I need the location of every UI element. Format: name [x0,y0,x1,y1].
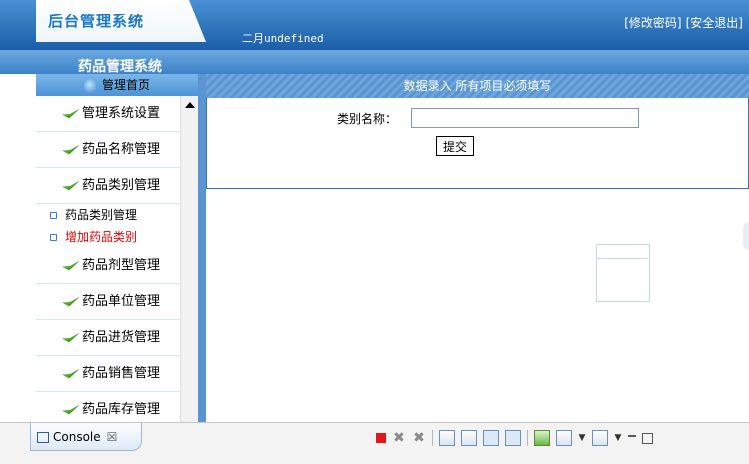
title-strip: 药品管理系统 [0,50,749,74]
clear-console-icon[interactable] [439,430,455,446]
chevron-down-icon[interactable]: ▼ [578,431,586,445]
logout-link[interactable]: [安全退出] [686,16,743,30]
remove-all-icon[interactable]: ✖ [412,431,426,445]
show-stdout-icon[interactable] [483,430,499,446]
sidebar-item-sales[interactable]: 药品销售管理 [36,356,198,392]
bullet-icon [50,212,57,219]
separator [432,430,433,446]
panel-title: 数据录入 所有项目必须填写 [206,74,749,98]
minimize-icon[interactable] [628,435,636,437]
form-panel: 类别名称： 提交 [206,98,749,189]
scroll-handle [743,222,749,250]
maximize-icon[interactable] [642,432,653,444]
empty-box [596,244,650,302]
sidebar-item-label: 药品销售管理 [82,366,161,381]
category-name-label: 类别名称： [337,112,398,126]
console-tab-label: Console [53,430,101,444]
main-content: 数据录入 所有项目必须填写 类别名称： 提交 [206,74,749,422]
subitem-label: 药品类别管理 [65,208,138,222]
bullet-icon [50,234,57,241]
top-header: 后台管理系统 二月undefined [修改密码] [安全退出] [0,0,749,50]
sidebar-item-label: 管理系统设置 [82,106,161,121]
app-logo: 后台管理系统 [48,14,145,28]
show-stderr-icon[interactable] [505,430,521,446]
open-console-icon[interactable] [592,430,608,446]
separator [527,430,528,446]
leaf-icon [62,108,80,119]
sidebar-item-dosage-forms[interactable]: 药品剂型管理 [36,248,198,284]
scroll-lock-icon[interactable] [461,430,477,446]
subitem-add-category[interactable]: 增加药品类别 [36,226,198,248]
sidebar-scrollbar[interactable] [180,96,199,422]
display-console-icon[interactable] [556,430,572,446]
leaf-icon [62,404,80,415]
sidebar-home[interactable]: 管理首页 [36,74,198,96]
remove-launch-icon[interactable]: ✖ [392,431,406,445]
chevron-down-icon[interactable]: ▼ [614,431,622,445]
sidebar-item-label: 药品库存管理 [82,402,161,417]
date-display: 二月undefined [242,32,324,45]
submit-button[interactable]: 提交 [436,136,475,156]
leaf-icon [62,144,80,155]
sidebar-home-label: 管理首页 [101,78,150,92]
sidebar-item-label: 药品名称管理 [82,142,161,157]
sidebar-item-label: 药品剂型管理 [82,258,161,273]
top-links: [修改密码] [安全退出] [620,16,743,30]
sidebar-item-label: 药品单位管理 [82,294,161,309]
home-icon [83,78,98,93]
sidebar: 管理首页 管理系统设置 药品名称管理 药品类别管理 药品类别管理 增加药品类别 … [36,74,198,422]
sidebar-item-drug-categories[interactable]: 药品类别管理 [36,168,198,204]
sidebar-item-system-settings[interactable]: 管理系统设置 [36,96,198,132]
sidebar-item-purchases[interactable]: 药品进货管理 [36,320,198,356]
console-toolbar: ✖ ✖ ▼ ▼ [376,429,653,447]
pin-console-icon[interactable] [534,430,550,446]
console-tab[interactable]: Console ☒ [30,423,142,451]
frame-divider[interactable] [198,74,206,422]
divider [596,258,648,259]
subitem-label: 增加药品类别 [65,230,138,244]
sidebar-item-units[interactable]: 药品单位管理 [36,284,198,320]
sidebar-item-label: 药品类别管理 [82,178,161,193]
sidebar-item-drug-names[interactable]: 药品名称管理 [36,132,198,168]
terminate-icon[interactable] [376,433,386,443]
subitem-category-manage[interactable]: 药品类别管理 [36,204,198,226]
scroll-up-arrow-icon[interactable] [185,102,195,108]
console-icon [37,432,49,443]
leaf-icon [62,296,80,307]
system-title: 药品管理系统 [78,59,162,74]
leaf-icon [62,180,80,191]
sidebar-item-label: 药品进货管理 [82,330,161,345]
change-password-link[interactable]: [修改密码] [624,16,681,30]
leaf-icon [62,368,80,379]
leaf-icon [62,260,80,271]
leaf-icon [62,332,80,343]
close-icon[interactable]: ☒ [107,430,118,444]
category-name-input[interactable] [411,108,639,128]
console-view: Console ☒ ✖ ✖ ▼ ▼ [0,422,749,464]
sidebar-item-inventory[interactable]: 药品库存管理 [36,392,198,422]
